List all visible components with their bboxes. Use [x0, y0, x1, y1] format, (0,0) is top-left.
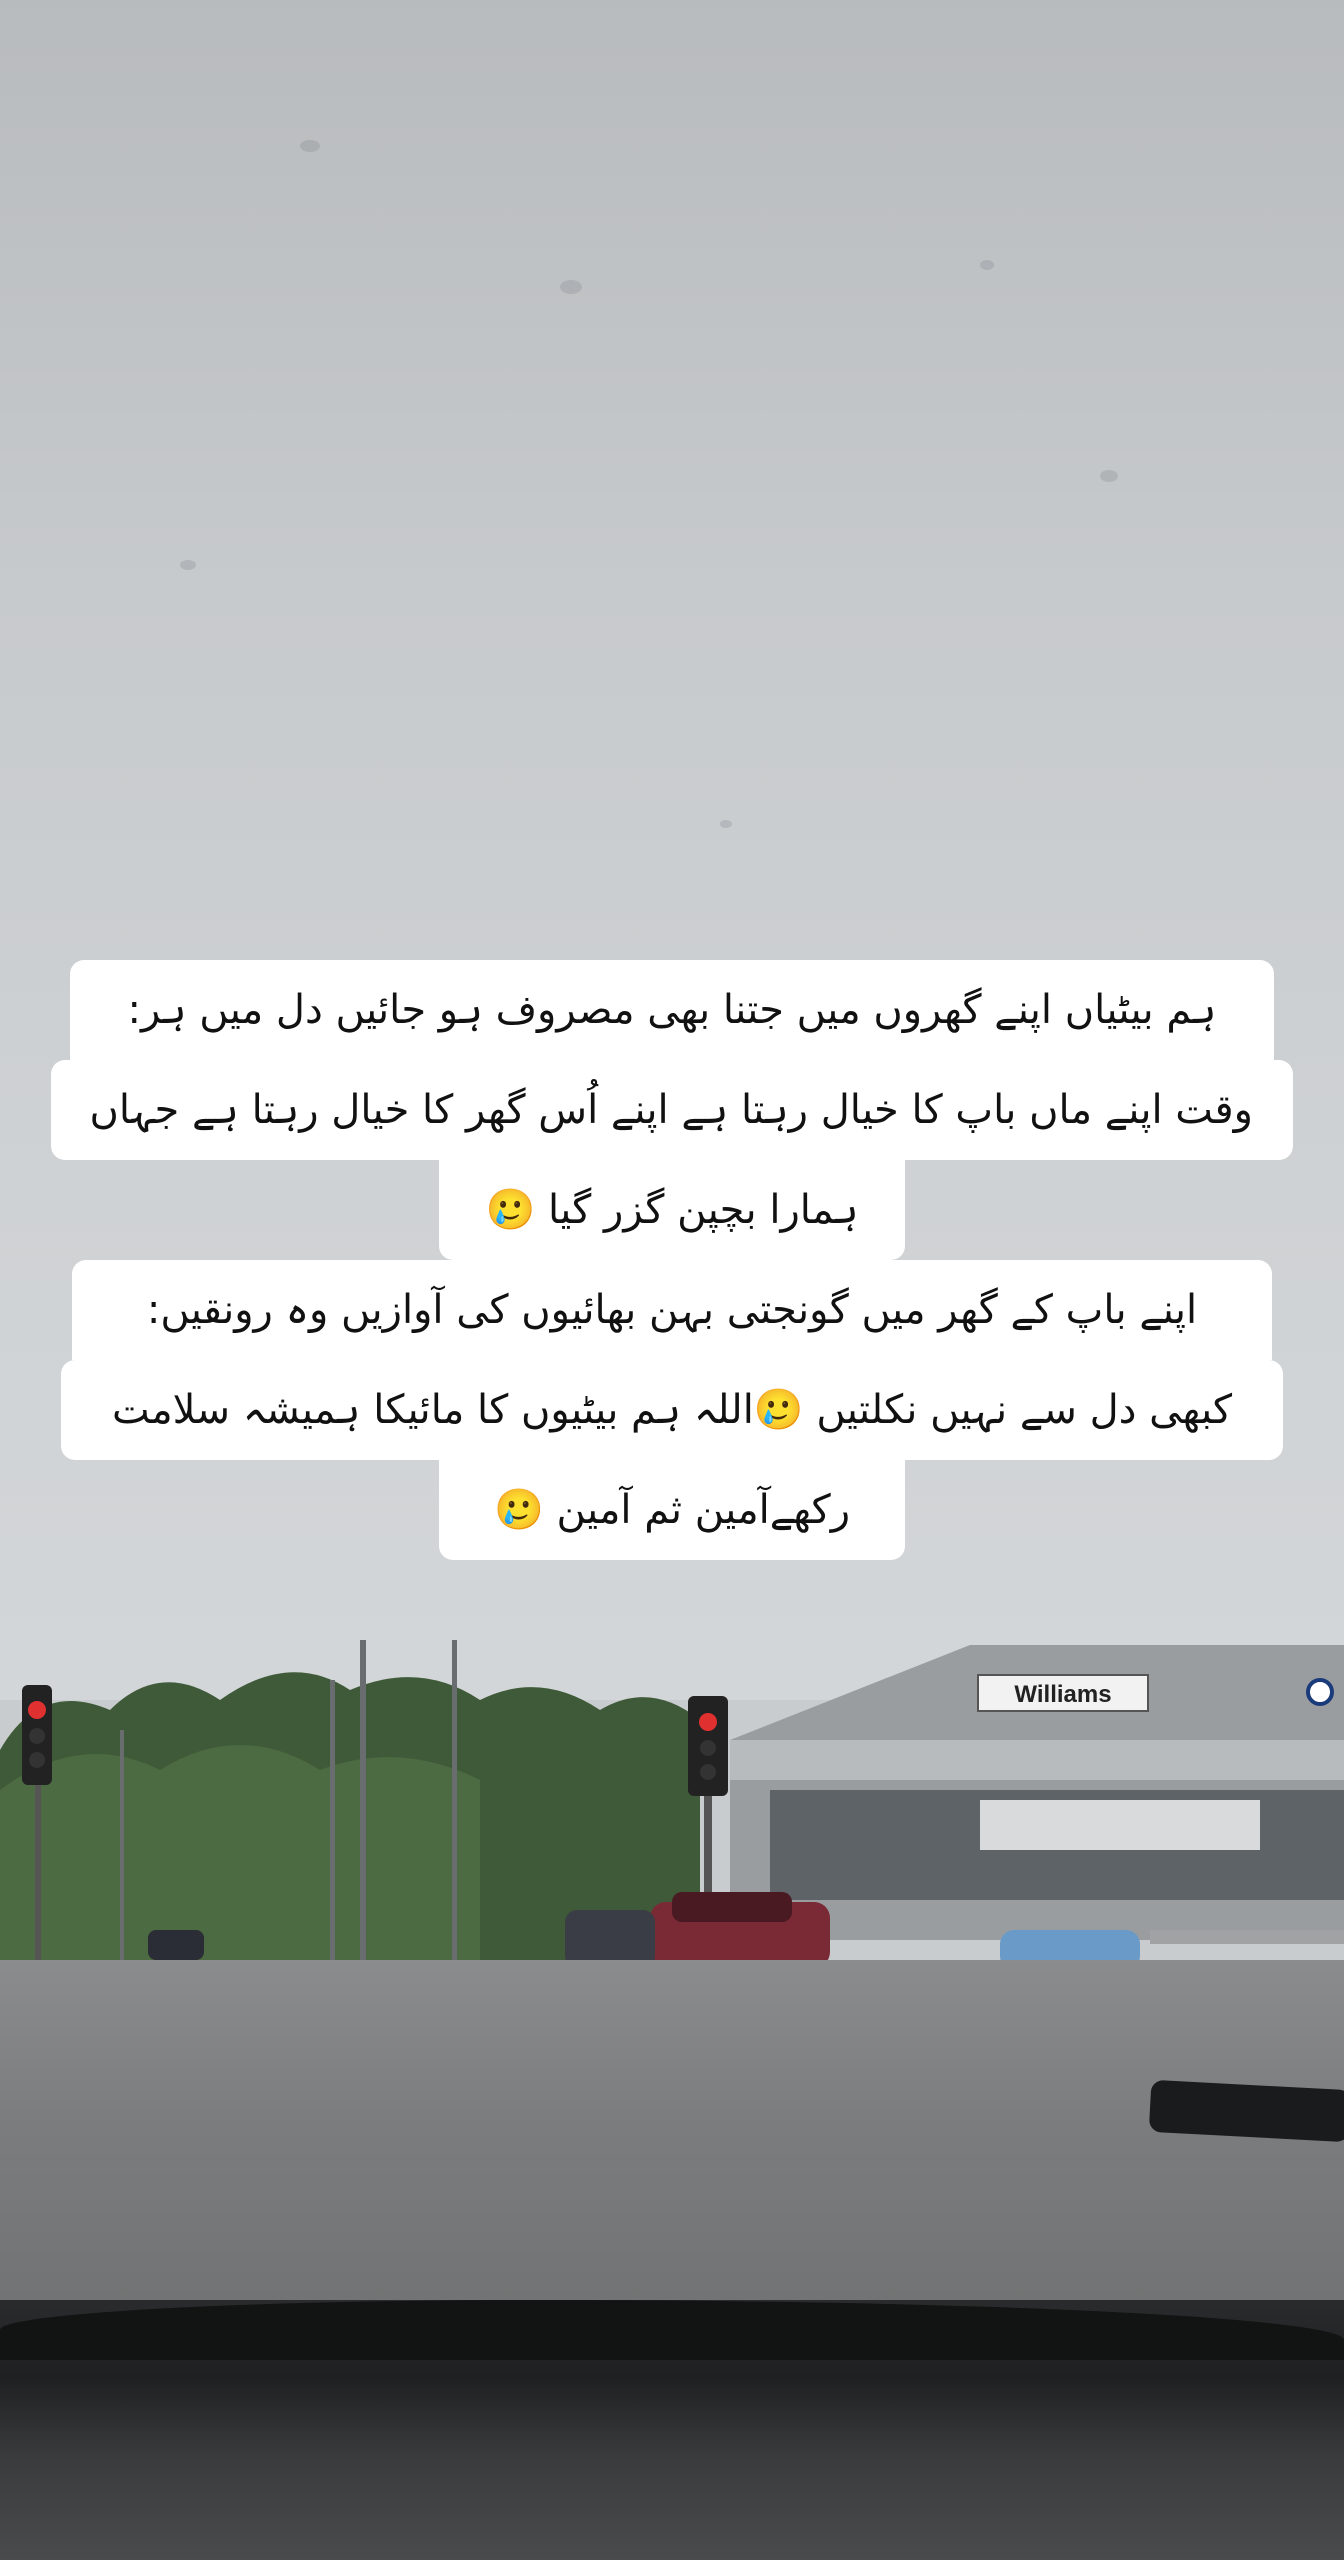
story-caption: ہم بیٹیاں اپنے گھروں میں جتنا بھی مصروف … [0, 960, 1344, 1560]
caption-line-2: وقت اپنے ماں باپ کا خیال رہتا ہے اپنے اُ… [51, 1060, 1293, 1160]
caption-line-4: اپنے باپ کے گھر میں گونجتی بہن بھائیوں ک… [72, 1260, 1272, 1360]
caption-line-6: رکھےآمین ثم آمین 🥲 [439, 1460, 905, 1560]
caption-line-5: کبھی دل سے نہیں نکلتیں 🥲اللہ ہم بیٹیوں ک… [61, 1360, 1283, 1460]
street-scene: Williams [0, 1640, 1344, 1970]
storefront-sign-text: Williams [1014, 1681, 1111, 1708]
wiper-blade [1148, 2079, 1344, 2143]
caption-line-1: ہم بیٹیاں اپنے گھروں میں جتنا بھی مصروف … [70, 960, 1274, 1060]
caption-line-3: ہمارا بچپن گزر گیا 🥲 [439, 1160, 905, 1260]
